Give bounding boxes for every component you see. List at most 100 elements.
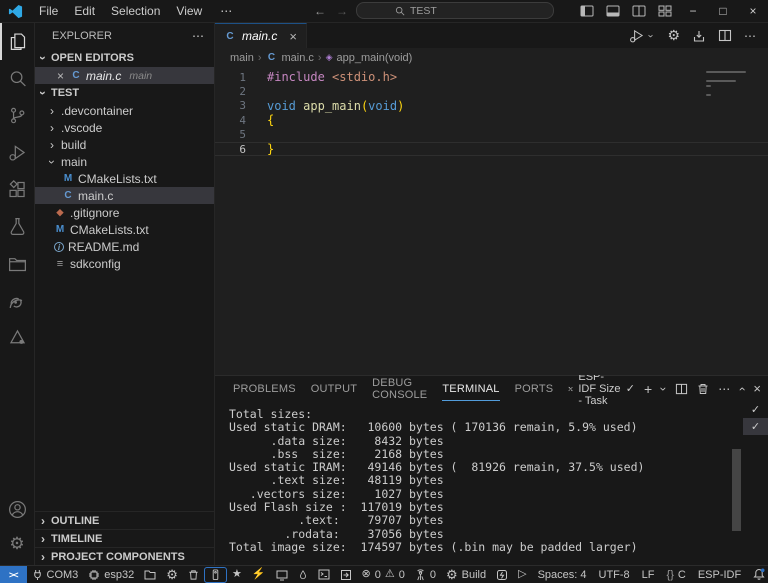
terminal-output[interactable]: Total sizes:Used static DRAM: 10600 byte… xyxy=(215,401,731,565)
project-folder-icon[interactable] xyxy=(139,566,161,583)
close-tab-icon[interactable]: × xyxy=(289,29,297,44)
indentation-item[interactable]: Spaces: 4 xyxy=(532,566,593,583)
tree-item--vscode[interactable]: ›.vscode xyxy=(35,119,214,136)
tree-item-readme-md[interactable]: iREADME.md xyxy=(35,238,214,255)
menu-edit[interactable]: Edit xyxy=(66,4,103,18)
ports-forwarded-item[interactable]: 0 xyxy=(410,566,441,583)
flame-icon[interactable] xyxy=(293,566,313,583)
code-line-5[interactable]: 5 xyxy=(215,128,768,142)
code-line-2[interactable]: 2 xyxy=(215,84,768,98)
minimap[interactable] xyxy=(706,71,760,98)
breadcrumb-folder[interactable]: main xyxy=(230,52,254,64)
code-line-4[interactable]: 4{ xyxy=(215,113,768,127)
tree-item-cmakelists-txt[interactable]: MCMakeLists.txt xyxy=(35,221,214,238)
close-panel-icon[interactable]: × xyxy=(753,381,761,396)
toggle-panel-icon[interactable] xyxy=(600,0,626,22)
menu-file[interactable]: File xyxy=(31,4,66,18)
menuconfig-gear-icon[interactable]: ⚙ xyxy=(161,566,183,583)
terminal-instance-2[interactable]: ✓ xyxy=(743,418,768,435)
code-line-3[interactable]: 3void app_main(void) xyxy=(215,99,768,113)
open-editor-item-main-c[interactable]: × C main.c main xyxy=(35,67,214,84)
full-clean-trash-icon[interactable] xyxy=(183,566,204,583)
remote-indicator[interactable]: >< xyxy=(0,566,27,583)
espressif-idf-icon[interactable] xyxy=(0,282,35,319)
panel-tab-output[interactable]: OUTPUT xyxy=(311,376,357,401)
split-editor-icon[interactable] xyxy=(718,29,732,42)
tree-item-main[interactable]: ›main xyxy=(35,153,214,170)
tree-item-build[interactable]: ›build xyxy=(35,136,214,153)
toggle-sidebar-icon[interactable] xyxy=(574,0,600,22)
open-editors-section-header[interactable]: › OPEN EDITORS xyxy=(35,49,214,67)
monitor-play-icon[interactable]: ▷ xyxy=(513,566,531,583)
panel-more-actions-icon[interactable]: ⋯ xyxy=(718,382,730,396)
back-icon[interactable]: ← xyxy=(312,4,328,18)
panel-tab-terminal[interactable]: TERMINAL xyxy=(442,376,499,401)
menu-view[interactable]: View xyxy=(168,4,210,18)
explorer-more-actions-icon[interactable]: ⋯ xyxy=(192,29,204,43)
split-terminal-icon[interactable] xyxy=(675,383,688,395)
code-editor[interactable]: 1#include <stdio.h>23void app_main(void)… xyxy=(215,67,768,375)
encoding-item[interactable]: UTF-8 xyxy=(593,566,636,583)
customize-layout-icon[interactable] xyxy=(652,0,678,22)
terminal-instance-1[interactable]: ✓ xyxy=(743,401,768,418)
notifications-bell-icon[interactable] xyxy=(747,566,768,583)
workspace-root-header[interactable]: › TEST xyxy=(35,84,214,102)
panel-tab-ports[interactable]: PORTS xyxy=(515,376,554,401)
editor-more-actions-icon[interactable]: ⋯ xyxy=(744,29,756,43)
split-editor-layout-icon[interactable] xyxy=(626,0,652,22)
breadcrumb-symbol[interactable]: app_main(void) xyxy=(337,52,413,64)
terminal-scrollbar[interactable] xyxy=(731,401,743,565)
kill-terminal-trash-icon[interactable] xyxy=(697,383,709,395)
forward-icon[interactable]: → xyxy=(334,4,350,18)
star-icon[interactable]: ★ xyxy=(227,566,247,583)
run-or-debug-button[interactable]: › xyxy=(629,28,655,43)
eol-item[interactable]: LF xyxy=(636,566,661,583)
debug-open-icon[interactable] xyxy=(335,566,357,583)
source-control-icon[interactable] xyxy=(0,97,35,134)
code-line-6[interactable]: 6} xyxy=(215,142,768,156)
section-timeline[interactable]: ›TIMELINE xyxy=(35,529,214,547)
section-project-components[interactable]: ›PROJECT COMPONENTS xyxy=(35,547,214,565)
idf-version-item[interactable]: ESP-IDF xyxy=(692,566,747,583)
explorer-icon[interactable] xyxy=(0,23,35,60)
command-center-search[interactable]: TEST xyxy=(356,2,554,19)
new-terminal-button[interactable]: + xyxy=(644,381,652,397)
section-outline[interactable]: ›OUTLINE xyxy=(35,511,214,529)
menu-more[interactable]: ⋯ xyxy=(212,4,240,18)
maximize-button[interactable]: □ xyxy=(708,0,738,22)
panel-tab-debug-console[interactable]: DEBUG CONSOLE xyxy=(372,376,427,401)
flash-device-icon[interactable] xyxy=(204,567,227,583)
serial-port-item[interactable]: COM3 xyxy=(27,566,84,583)
panel-tab-problems[interactable]: PROBLEMS xyxy=(233,376,296,401)
rainmaker-icon[interactable] xyxy=(0,319,35,356)
menu-selection[interactable]: Selection xyxy=(103,4,168,18)
language-mode-item[interactable]: {} C xyxy=(661,566,692,583)
breadcrumb-file[interactable]: main.c xyxy=(282,52,314,64)
code-line-1[interactable]: 1#include <stdio.h> xyxy=(215,70,768,84)
flash-cycle-icon[interactable] xyxy=(491,566,513,583)
install-download-icon[interactable] xyxy=(692,29,706,43)
idf-menuconfig-gear-icon[interactable]: ⚙ xyxy=(667,27,680,44)
tree-item--gitignore[interactable]: ◆.gitignore xyxy=(35,204,214,221)
run-debug-icon[interactable] xyxy=(0,134,35,171)
flash-bolt-icon[interactable]: ⚡ xyxy=(247,566,271,583)
tab-main-c[interactable]: C main.c × xyxy=(215,23,307,48)
settings-gear-icon[interactable]: ⚙ xyxy=(0,528,35,565)
search-sidebar-icon[interactable] xyxy=(0,60,35,97)
tree-item-sdkconfig[interactable]: ≡sdkconfig xyxy=(35,255,214,272)
idf-terminal-icon[interactable] xyxy=(313,566,335,583)
close-window-button[interactable]: × xyxy=(738,0,768,22)
tree-item--devcontainer[interactable]: ›.devcontainer xyxy=(35,102,214,119)
maximize-panel-icon[interactable]: › xyxy=(737,386,747,391)
terminal-dropdown-icon[interactable]: › xyxy=(659,386,669,391)
build-item[interactable]: ⚙ Build xyxy=(441,566,491,583)
problems-item[interactable]: ⊗ 0 ⚠ 0 xyxy=(357,566,410,583)
minimize-button[interactable]: − xyxy=(678,0,708,22)
testing-icon[interactable] xyxy=(0,208,35,245)
close-editor-icon[interactable]: × xyxy=(57,69,64,83)
idf-components-icon[interactable] xyxy=(0,245,35,282)
monitor-icon[interactable] xyxy=(271,566,293,583)
extensions-icon[interactable] xyxy=(0,171,35,208)
account-icon[interactable] xyxy=(0,491,35,528)
device-target-item[interactable]: esp32 xyxy=(83,566,139,583)
